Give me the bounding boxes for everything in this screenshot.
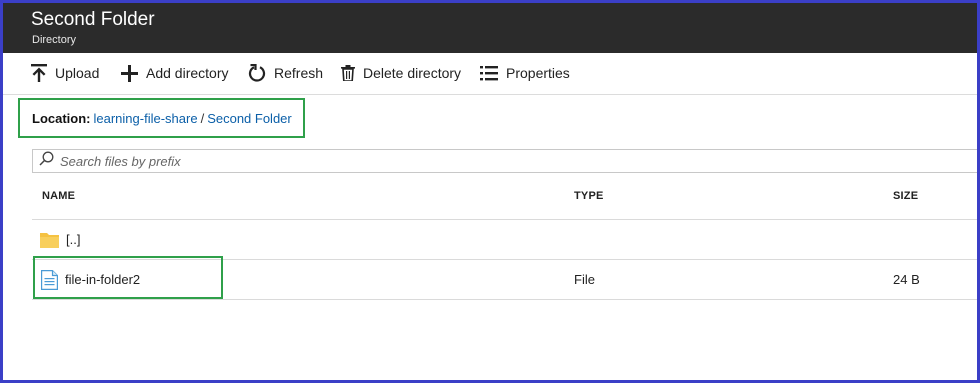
breadcrumb: Location: learning-file-share / Second F…: [18, 98, 305, 138]
properties-button[interactable]: Properties: [480, 62, 570, 84]
page-subtitle: Directory: [32, 34, 77, 46]
folder-icon: [40, 232, 66, 248]
breadcrumb-link-share[interactable]: learning-file-share: [94, 111, 198, 126]
column-header-type[interactable]: TYPE: [574, 190, 604, 202]
upload-button[interactable]: Upload: [31, 62, 99, 84]
blade-header: Second Folder Directory: [3, 3, 977, 53]
refresh-icon: [248, 64, 274, 82]
refresh-label: Refresh: [274, 65, 324, 81]
page-title: Second Folder: [31, 9, 155, 30]
list-icon: [480, 65, 506, 81]
delete-directory-button[interactable]: Delete directory: [341, 62, 461, 84]
trash-icon: [341, 65, 363, 81]
breadcrumb-separator: /: [200, 110, 205, 126]
row-name: [..]: [66, 232, 81, 247]
upload-icon: [31, 64, 55, 82]
row-name: file-in-folder2: [65, 272, 141, 287]
row-type: File: [574, 272, 595, 287]
file-icon: [41, 269, 65, 290]
row-divider: [32, 299, 977, 300]
blade-frame: Second Folder Directory Upload Add direc…: [3, 3, 977, 380]
search-box[interactable]: [32, 149, 977, 173]
breadcrumb-link-folder[interactable]: Second Folder: [207, 111, 292, 126]
properties-label: Properties: [506, 65, 570, 81]
search-icon: [39, 151, 60, 171]
command-toolbar: Upload Add directory Refresh Delete dire…: [3, 53, 977, 95]
add-directory-button[interactable]: Add directory: [121, 62, 228, 84]
column-header-name[interactable]: NAME: [42, 190, 75, 202]
add-directory-label: Add directory: [146, 65, 229, 81]
table-row-parent[interactable]: [..]: [32, 220, 977, 259]
plus-icon: [121, 64, 146, 82]
table-row-file[interactable]: file-in-folder2 File 24 B: [32, 260, 977, 299]
upload-label: Upload: [55, 65, 100, 81]
delete-directory-label: Delete directory: [363, 65, 462, 81]
column-header-size[interactable]: SIZE: [893, 190, 918, 202]
row-size: 24 B: [893, 272, 920, 287]
refresh-button[interactable]: Refresh: [248, 62, 323, 84]
name-cell: file-in-folder2: [41, 260, 140, 299]
search-input[interactable]: [60, 153, 940, 169]
location-label: Location:: [32, 110, 91, 126]
name-cell: [..]: [40, 220, 80, 259]
